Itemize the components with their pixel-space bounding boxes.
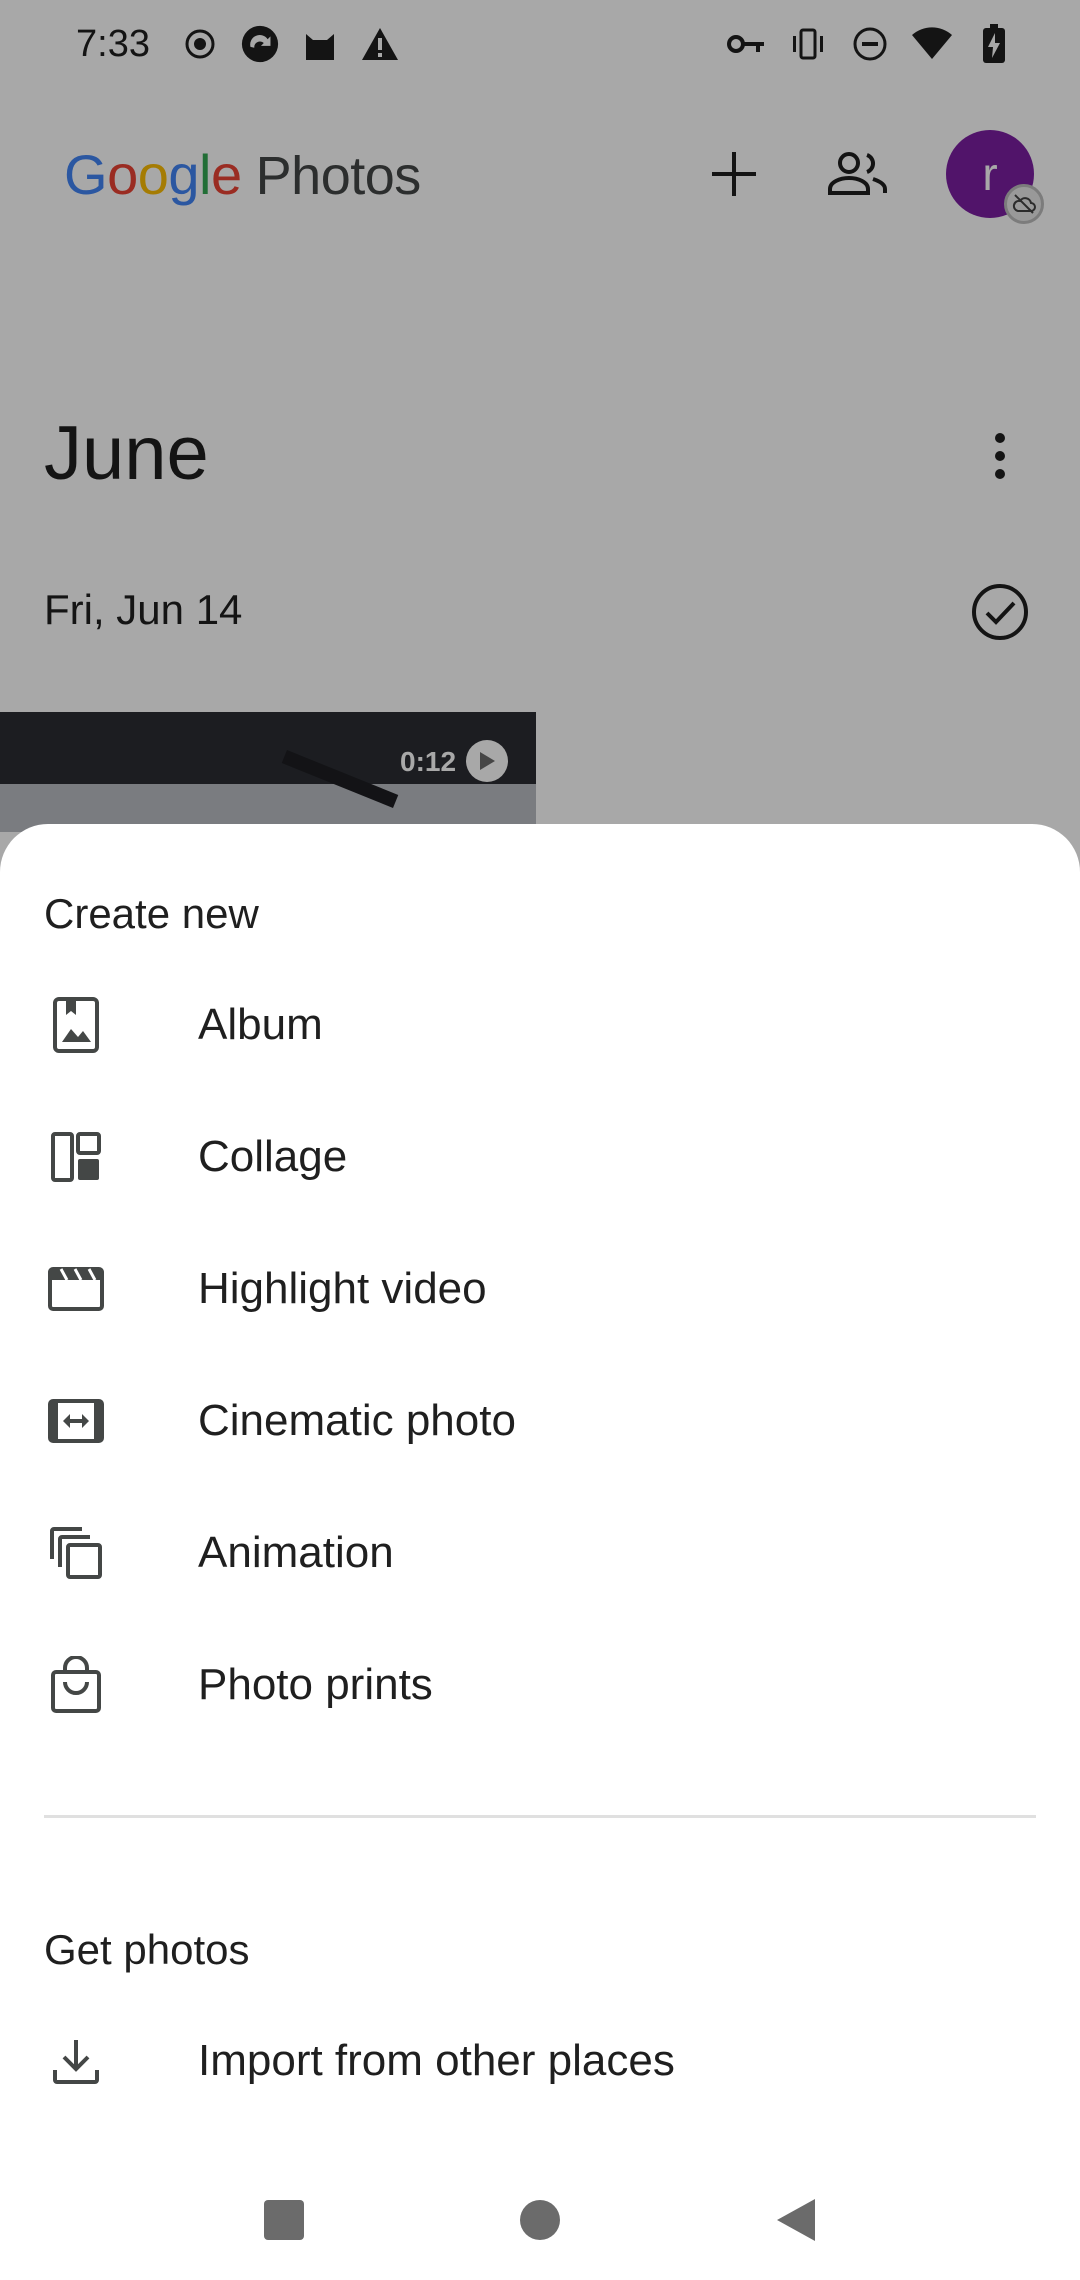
menu-label-import: Import from other places <box>198 2036 675 2085</box>
menu-label-highlight-video: Highlight video <box>198 1264 487 1313</box>
photo-prints-icon <box>44 1653 108 1717</box>
menu-item-animation[interactable]: Animation <box>0 1487 1080 1619</box>
highlight-video-icon <box>44 1257 108 1321</box>
recents-icon[interactable] <box>256 2192 312 2248</box>
menu-label-album: Album <box>198 1000 323 1049</box>
create-bottom-sheet: Create new Album Collage Highlight video… <box>0 824 1080 2280</box>
home-icon[interactable] <box>512 2192 568 2248</box>
get-photos-heading: Get photos <box>44 1926 250 1973</box>
import-icon <box>44 2029 108 2093</box>
collage-icon <box>44 1125 108 1189</box>
menu-label-cinematic-photo: Cinematic photo <box>198 1396 516 1445</box>
back-icon[interactable] <box>768 2192 824 2248</box>
section-divider <box>44 1815 1036 1818</box>
create-new-heading: Create new <box>44 890 259 937</box>
menu-item-album[interactable]: Album <box>0 959 1080 1091</box>
menu-item-cinematic-photo[interactable]: Cinematic photo <box>0 1355 1080 1487</box>
menu-label-collage: Collage <box>198 1132 348 1181</box>
animation-icon <box>44 1521 108 1585</box>
menu-item-highlight-video[interactable]: Highlight video <box>0 1223 1080 1355</box>
system-navigation-bar <box>0 2160 1080 2280</box>
menu-item-import[interactable]: Import from other places <box>0 1995 1080 2127</box>
cinematic-photo-icon <box>44 1389 108 1453</box>
menu-label-animation: Animation <box>198 1528 394 1577</box>
menu-item-collage[interactable]: Collage <box>0 1091 1080 1223</box>
menu-item-photo-prints[interactable]: Photo prints <box>0 1619 1080 1751</box>
album-icon <box>44 993 108 1057</box>
menu-label-photo-prints: Photo prints <box>198 1660 433 1709</box>
